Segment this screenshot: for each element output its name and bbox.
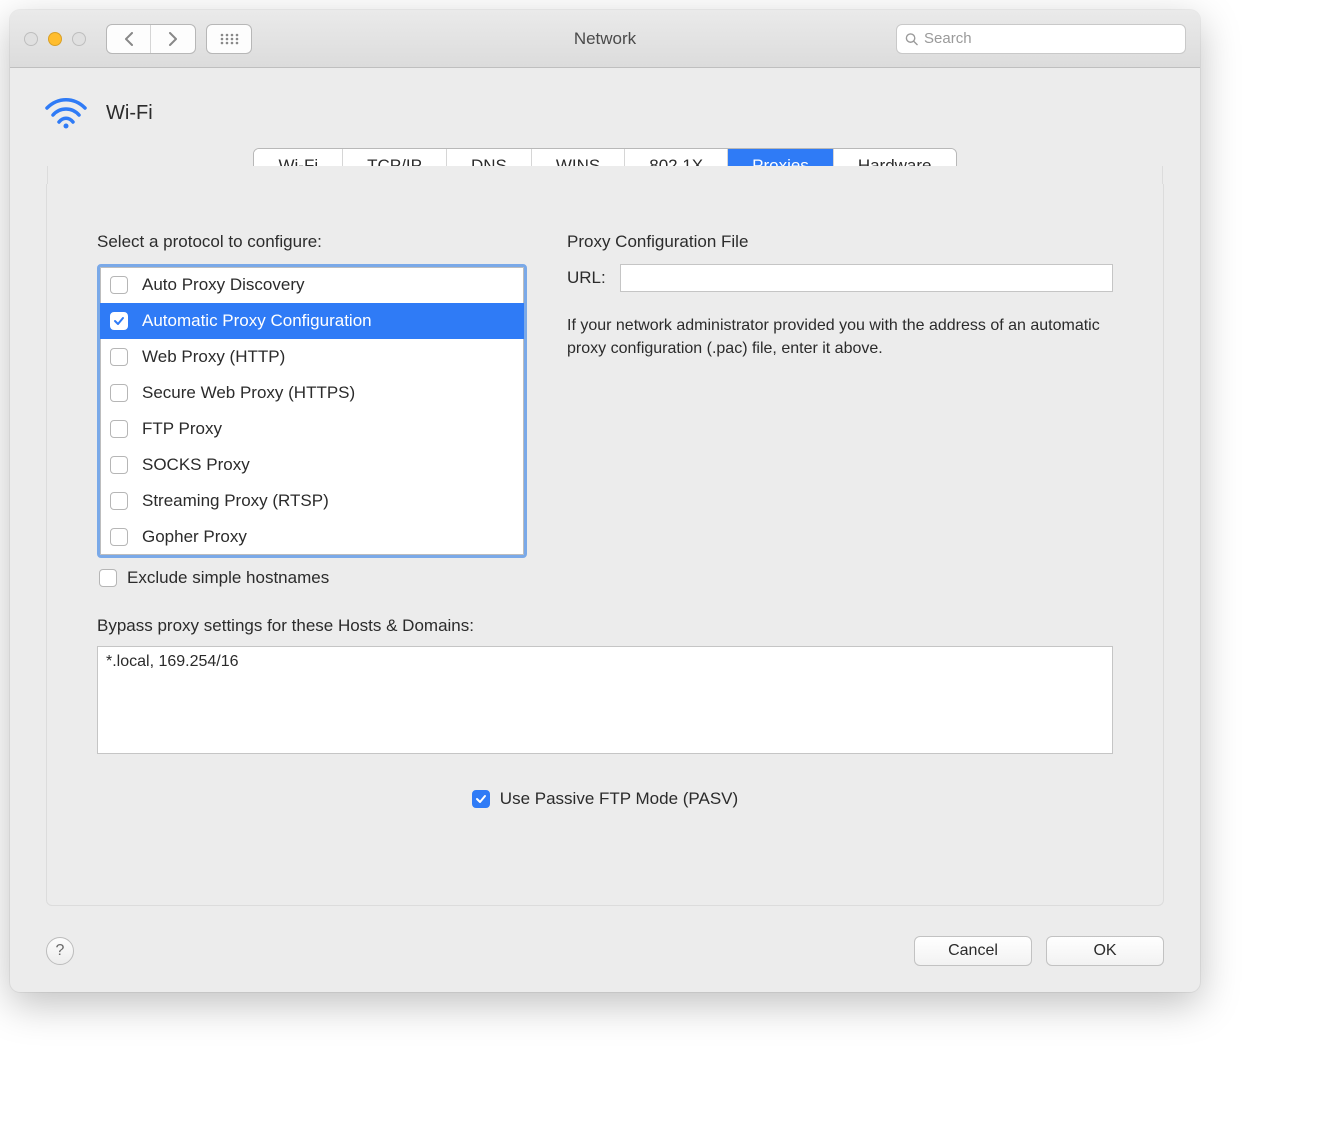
chevron-right-icon <box>167 32 179 46</box>
protocol-label: Auto Proxy Discovery <box>142 275 305 295</box>
protocol-label: Automatic Proxy Configuration <box>142 311 372 331</box>
url-label: URL: <box>567 268 606 288</box>
close-window-button[interactable] <box>24 32 38 46</box>
passive-ftp-row[interactable]: Use Passive FTP Mode (PASV) <box>97 789 1113 809</box>
protocol-list[interactable]: Auto Proxy Discovery Automatic Proxy Conf… <box>97 264 527 558</box>
pac-url-input[interactable] <box>620 264 1113 292</box>
protocol-checkbox[interactable] <box>110 456 128 474</box>
protocol-checkbox[interactable] <box>110 384 128 402</box>
protocol-row[interactable]: Streaming Proxy (RTSP) <box>100 483 524 519</box>
search-field-container[interactable] <box>896 24 1186 54</box>
bypass-label: Bypass proxy settings for these Hosts & … <box>97 616 1113 636</box>
protocols-column: Select a protocol to configure: Auto Pro… <box>97 232 527 588</box>
back-button[interactable] <box>107 25 151 53</box>
protocol-label: Secure Web Proxy (HTTPS) <box>142 383 355 403</box>
protocol-row[interactable]: Web Proxy (HTTP) <box>100 339 524 375</box>
protocol-label: FTP Proxy <box>142 419 222 439</box>
minimize-window-button[interactable] <box>48 32 62 46</box>
protocol-label: Web Proxy (HTTP) <box>142 347 285 367</box>
exclude-simple-hostnames-checkbox[interactable] <box>99 569 117 587</box>
search-icon <box>905 32 918 46</box>
protocol-checkbox[interactable] <box>110 276 128 294</box>
help-button[interactable]: ? <box>46 937 74 965</box>
config-column: Proxy Configuration File URL: If your ne… <box>567 232 1113 588</box>
protocol-checkbox[interactable] <box>110 348 128 366</box>
nav-back-forward <box>106 24 196 54</box>
titlebar: Network <box>10 10 1200 68</box>
protocol-row[interactable]: Auto Proxy Discovery <box>100 267 524 303</box>
interface-header: Wi-Fi <box>10 68 1200 140</box>
protocol-checkbox[interactable] <box>110 528 128 546</box>
chevron-left-icon <box>123 32 135 46</box>
proxies-panel: Select a protocol to configure: Auto Pro… <box>46 184 1164 906</box>
network-preferences-window: Network Wi-Fi Wi-FiTCP/IPDNSWINS802.1XPr… <box>10 10 1200 992</box>
passive-ftp-label: Use Passive FTP Mode (PASV) <box>500 789 738 809</box>
exclude-simple-hostnames-row[interactable]: Exclude simple hostnames <box>99 568 527 588</box>
protocol-row[interactable]: FTP Proxy <box>100 411 524 447</box>
grid-icon <box>219 32 239 46</box>
search-input[interactable] <box>924 30 1177 47</box>
passive-ftp-checkbox[interactable] <box>472 790 490 808</box>
select-protocol-label: Select a protocol to configure: <box>97 232 527 252</box>
protocol-row[interactable]: Automatic Proxy Configuration <box>100 303 524 339</box>
protocol-row[interactable]: Gopher Proxy <box>100 519 524 555</box>
window-traffic-lights <box>24 32 86 46</box>
pac-help-text: If your network administrator provided y… <box>567 314 1113 360</box>
question-mark-icon: ? <box>56 942 65 960</box>
protocol-row[interactable]: Secure Web Proxy (HTTPS) <box>100 375 524 411</box>
proxy-config-file-label: Proxy Configuration File <box>567 232 1113 252</box>
wifi-icon <box>44 96 88 130</box>
cancel-button[interactable]: Cancel <box>914 936 1032 966</box>
bypass-hosts-input[interactable] <box>97 646 1113 754</box>
dialog-footer: ? Cancel OK <box>10 930 1200 992</box>
forward-button[interactable] <box>151 25 195 53</box>
protocol-row[interactable]: SOCKS Proxy <box>100 447 524 483</box>
protocol-label: SOCKS Proxy <box>142 455 250 475</box>
zoom-window-button[interactable] <box>72 32 86 46</box>
show-all-button[interactable] <box>206 24 252 54</box>
ok-button[interactable]: OK <box>1046 936 1164 966</box>
protocol-label: Streaming Proxy (RTSP) <box>142 491 329 511</box>
protocol-checkbox[interactable] <box>110 492 128 510</box>
protocol-label: Gopher Proxy <box>142 527 247 547</box>
interface-name: Wi-Fi <box>106 102 153 125</box>
exclude-simple-hostnames-label: Exclude simple hostnames <box>127 568 329 588</box>
protocol-checkbox[interactable] <box>110 420 128 438</box>
protocol-checkbox[interactable] <box>110 312 128 330</box>
